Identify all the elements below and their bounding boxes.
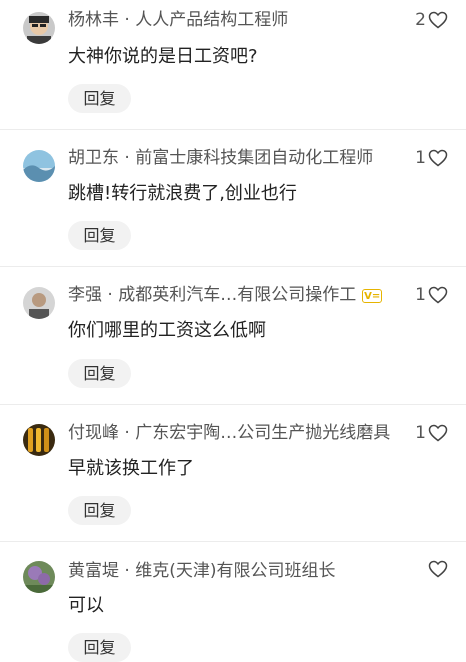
divider: [0, 129, 466, 130]
comment-author[interactable]: 李强 · 成都英利汽车…有限公司操作工 V=: [68, 284, 383, 306]
like-count: 1: [415, 148, 426, 168]
comment-text: 大神你说的是日工资吧?: [68, 46, 258, 67]
avatar[interactable]: [23, 150, 55, 182]
like-button[interactable]: 1: [415, 422, 448, 444]
heart-icon: [428, 424, 448, 442]
avatar[interactable]: [23, 424, 55, 456]
heart-icon: [428, 11, 448, 29]
comment-author[interactable]: 胡卫东 · 前富士康科技集团自动化工程师: [68, 147, 373, 169]
comment-text: 跳槽!转行就浪费了,创业也行: [68, 183, 297, 204]
like-count: 1: [415, 285, 426, 305]
like-count: 2: [415, 10, 426, 30]
reply-button[interactable]: 回复: [68, 496, 131, 525]
verified-badge-icon: V=: [362, 289, 383, 303]
divider: [0, 541, 466, 542]
reply-button[interactable]: 回复: [68, 84, 131, 113]
comment-author[interactable]: 付现峰 · 广东宏宇陶…公司生产抛光线磨具: [68, 422, 390, 444]
avatar[interactable]: [23, 561, 55, 593]
comment-text: 可以: [68, 595, 104, 616]
reply-button[interactable]: 回复: [68, 359, 131, 388]
reply-button[interactable]: 回复: [68, 633, 131, 662]
comment-author[interactable]: 黄富堤 · 维克(天津)有限公司班组长: [68, 560, 335, 582]
heart-icon: [428, 560, 448, 578]
heart-icon: [428, 286, 448, 304]
comment-text: 你们哪里的工资这么低啊: [68, 320, 266, 341]
like-button[interactable]: 1: [415, 147, 448, 169]
like-button[interactable]: [426, 560, 448, 578]
like-count: 1: [415, 423, 426, 443]
divider: [0, 404, 466, 405]
divider: [0, 266, 466, 267]
avatar[interactable]: [23, 287, 55, 319]
reply-button[interactable]: 回复: [68, 221, 131, 250]
comment-author[interactable]: 杨林丰 · 人人产品结构工程师: [68, 9, 288, 31]
heart-icon: [428, 149, 448, 167]
comment-text: 早就该换工作了: [68, 458, 194, 479]
avatar[interactable]: [23, 12, 55, 44]
like-button[interactable]: 1: [415, 284, 448, 306]
like-button[interactable]: 2: [415, 9, 448, 31]
